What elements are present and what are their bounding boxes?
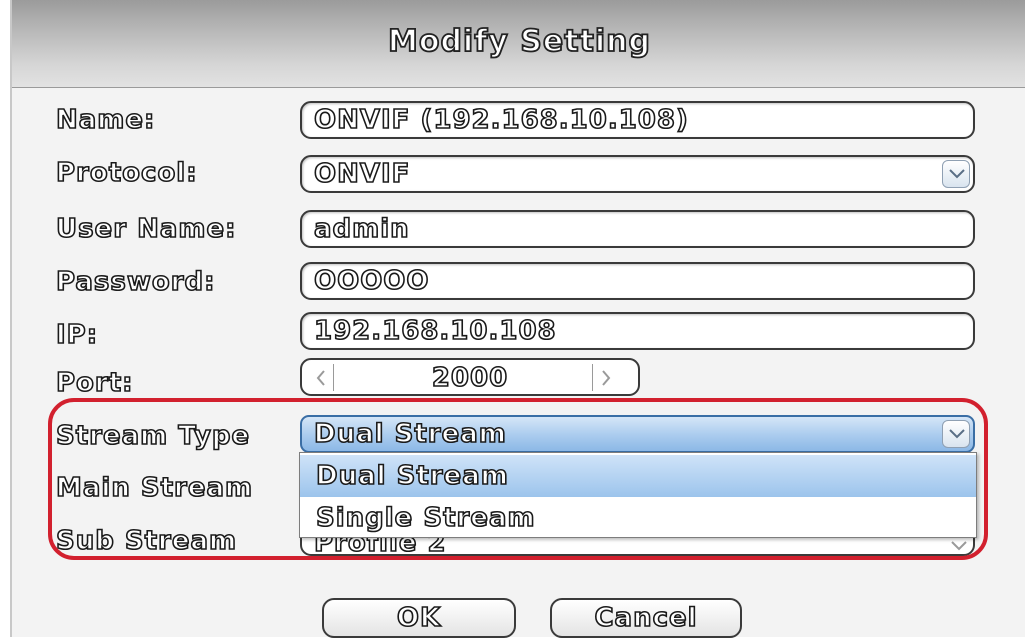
chevron-right-icon[interactable] [592, 364, 618, 391]
protocol-label: Protocol: [55, 157, 198, 189]
ip-label: IP: [55, 319, 99, 351]
password-value: OOOOO [313, 265, 430, 297]
name-value: ONVIF (192.168.10.108) [313, 104, 689, 136]
modify-setting-dialog: Modify Setting Name: ONVIF (192.168.10.1… [10, 0, 1025, 638]
chevron-down-icon[interactable] [951, 538, 967, 554]
cancel-button[interactable]: Cancel [550, 598, 742, 638]
stream-type-dropdown-list: Dual Stream Single Stream [299, 452, 977, 538]
dialog-title: Modify Setting [387, 23, 652, 60]
title-bar: Modify Setting [12, 0, 1025, 88]
dropdown-option-single-stream[interactable]: Single Stream [300, 497, 976, 539]
port-value: 2000 [431, 362, 509, 394]
stream-type-label: Stream Type [55, 420, 251, 452]
stream-type-select[interactable]: Dual Stream [300, 415, 975, 453]
ip-input[interactable]: 192.168.10.108 [300, 312, 975, 350]
main-stream-label: Main Stream [55, 472, 254, 504]
password-label: Password: [55, 266, 216, 298]
dropdown-option-dual-stream[interactable]: Dual Stream [300, 455, 976, 497]
chevron-down-icon[interactable] [942, 160, 970, 188]
name-label: Name: [55, 104, 156, 136]
stream-type-value: Dual Stream [313, 418, 507, 450]
password-input[interactable]: OOOOO [300, 262, 975, 300]
port-label: Port: [55, 367, 134, 399]
chevron-down-icon[interactable] [942, 420, 970, 448]
ip-value: 192.168.10.108 [313, 315, 557, 347]
username-label: User Name: [55, 213, 237, 245]
protocol-value: ONVIF [313, 158, 411, 190]
ok-button[interactable]: OK [322, 598, 516, 638]
username-input[interactable]: admin [300, 210, 975, 248]
protocol-select[interactable]: ONVIF [300, 155, 975, 193]
username-value: admin [313, 213, 410, 245]
sub-stream-label: Sub Stream [55, 525, 238, 557]
name-input[interactable]: ONVIF (192.168.10.108) [300, 101, 975, 139]
port-spinner[interactable]: 2000 [300, 358, 640, 396]
